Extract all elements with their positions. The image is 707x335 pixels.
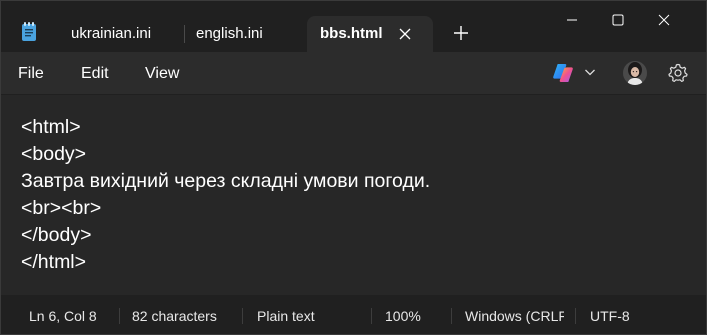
status-divider	[451, 308, 452, 324]
editor-line: Завтра вихідний через складні умови пого…	[21, 170, 431, 192]
menu-bar: File Edit View	[1, 52, 706, 94]
editor-line: <body>	[21, 143, 87, 165]
tab-ukrainian-ini[interactable]: ukrainian.ini	[71, 17, 181, 51]
tab-label: english.ini	[196, 25, 263, 42]
gear-icon[interactable]	[668, 63, 688, 83]
close-icon[interactable]	[396, 25, 414, 43]
minimize-button[interactable]	[549, 1, 595, 39]
editor-line: </html>	[21, 251, 87, 273]
status-divider	[371, 308, 372, 324]
chevron-down-icon[interactable]	[584, 67, 596, 77]
status-file-format[interactable]: Plain text	[257, 296, 315, 334]
editor-area[interactable]: <html> <body> Завтра вихідний через скла…	[1, 95, 706, 295]
notepad-icon	[22, 22, 36, 41]
menu-view[interactable]: View	[145, 52, 179, 94]
status-divider	[242, 308, 243, 324]
plus-icon[interactable]	[452, 24, 470, 42]
status-divider	[575, 308, 576, 324]
status-character-count: 82 characters	[132, 308, 217, 324]
notepad-window: ukrainian.ini english.ini bbs.html File …	[0, 0, 707, 335]
tab-english-ini[interactable]: english.ini	[196, 17, 306, 51]
menu-file[interactable]: File	[18, 52, 44, 94]
status-divider	[119, 308, 120, 324]
status-cursor-position[interactable]: Ln 6, Col 8	[29, 296, 97, 334]
menu-edit[interactable]: Edit	[81, 52, 109, 94]
avatar[interactable]	[623, 61, 647, 85]
tab-bbs-html[interactable]: bbs.html	[307, 16, 433, 52]
copilot-icon[interactable]	[552, 63, 574, 83]
editor-line: <br><br>	[21, 197, 102, 219]
status-line-ending[interactable]: Windows (CRLF)	[465, 296, 564, 334]
status-bar: Ln 6, Col 8 82 characters Plain text 100…	[1, 296, 706, 334]
tab-label: ukrainian.ini	[71, 25, 152, 42]
tab-divider	[184, 25, 185, 43]
editor-line: <html>	[21, 116, 81, 138]
window-close-button[interactable]	[641, 1, 687, 39]
maximize-button[interactable]	[595, 1, 641, 39]
status-encoding[interactable]: UTF-8	[590, 296, 630, 334]
title-bar[interactable]: ukrainian.ini english.ini bbs.html	[1, 1, 706, 52]
status-zoom[interactable]: 100%	[385, 296, 421, 334]
tab-label: bbs.html	[320, 25, 383, 42]
minimize-icon	[567, 19, 577, 21]
close-icon	[658, 14, 670, 26]
editor-line: </body>	[21, 224, 92, 246]
maximize-icon	[612, 14, 624, 26]
account-picture	[623, 61, 647, 85]
